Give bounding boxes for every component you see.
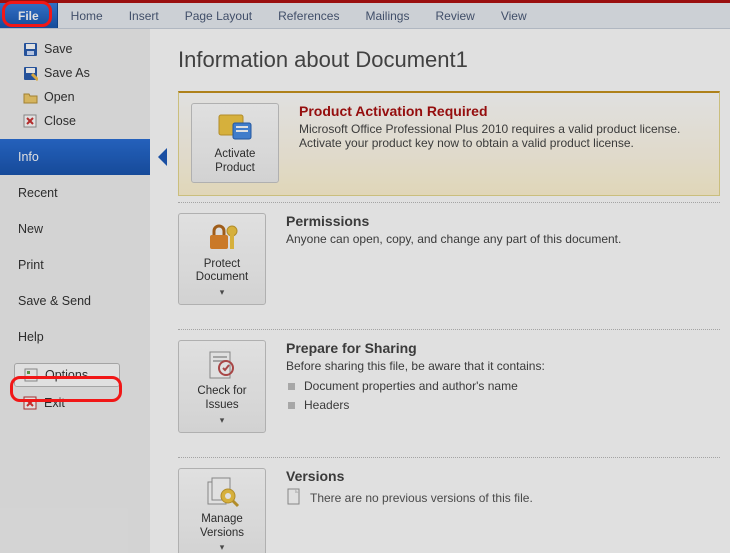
permissions-body: Anyone can open, copy, and change any pa… — [286, 232, 706, 246]
prepare-text: Prepare for Sharing Before sharing this … — [286, 340, 716, 433]
sidebar-item-save[interactable]: Save — [0, 37, 150, 61]
sidebar-item-label: Close — [44, 114, 76, 128]
info-panel: Information about Document1 Activate Pro… — [150, 29, 730, 553]
sidebar-item-options[interactable]: Options — [14, 363, 120, 387]
lock-key-icon — [202, 220, 242, 254]
activate-icon — [215, 110, 255, 144]
divider — [178, 329, 720, 330]
activate-product-button[interactable]: Activate Product — [191, 103, 279, 183]
versions-icon — [202, 475, 242, 509]
permissions-text: Permissions Anyone can open, copy, and c… — [286, 213, 716, 306]
tab-label: Mailings — [365, 9, 409, 23]
list-item: Headers — [286, 396, 706, 415]
check-for-issues-button[interactable]: Check for Issues ▾ — [178, 340, 266, 433]
sidebar-item-help[interactable]: Help — [0, 319, 150, 355]
sidebar-item-exit[interactable]: Exit — [0, 389, 150, 417]
prepare-heading: Prepare for Sharing — [286, 340, 706, 356]
sidebar-item-label: Info — [18, 150, 39, 164]
protect-document-button[interactable]: Protect Document ▾ — [178, 213, 266, 306]
tab-page-layout[interactable]: Page Layout — [172, 3, 265, 28]
close-icon — [22, 113, 38, 129]
chevron-down-icon: ▾ — [220, 415, 225, 426]
options-icon — [23, 367, 39, 383]
active-notch — [150, 146, 161, 168]
ribbon-tabs: File Home Insert Page Layout References … — [0, 3, 730, 29]
versions-body: There are no previous versions of this f… — [310, 491, 533, 505]
sidebar-item-label: Open — [44, 90, 75, 104]
sidebar-item-open[interactable]: Open — [0, 85, 150, 109]
button-label: Check for Issues — [197, 385, 246, 413]
exit-icon — [22, 395, 38, 411]
section-prepare: Check for Issues ▾ Prepare for Sharing B… — [178, 340, 720, 451]
sidebar-item-label: Save As — [44, 66, 90, 80]
section-activation: Activate Product Product Activation Requ… — [178, 91, 720, 196]
prepare-list: Document properties and author's name He… — [286, 377, 706, 415]
sidebar-item-save-as[interactable]: Save As — [0, 61, 150, 85]
tab-view[interactable]: View — [488, 3, 540, 28]
sidebar-item-save-send[interactable]: Save & Send — [0, 283, 150, 319]
tab-label: Insert — [129, 9, 159, 23]
inspect-icon — [202, 347, 242, 381]
backstage-sidebar: Save Save As Open Close Info Recent New — [0, 29, 150, 553]
sidebar-item-label: New — [18, 222, 43, 236]
sidebar-item-label: Save & Send — [18, 294, 91, 308]
sidebar-item-new[interactable]: New — [0, 211, 150, 247]
tab-insert[interactable]: Insert — [116, 3, 172, 28]
save-icon — [22, 41, 38, 57]
sidebar-item-info[interactable]: Info — [0, 139, 150, 175]
chevron-down-icon: ▾ — [220, 287, 225, 298]
button-label: Activate Product — [215, 148, 256, 176]
sidebar-item-label: Save — [44, 42, 73, 56]
tab-file[interactable]: File — [0, 3, 58, 28]
tab-references[interactable]: References — [265, 3, 352, 28]
divider — [178, 202, 720, 203]
tab-mailings[interactable]: Mailings — [352, 3, 422, 28]
sidebar-item-close[interactable]: Close — [0, 109, 150, 133]
sidebar-item-label: Help — [18, 330, 44, 344]
versions-heading: Versions — [286, 468, 706, 484]
prepare-lead: Before sharing this file, be aware that … — [286, 359, 706, 373]
sidebar-item-recent[interactable]: Recent — [0, 175, 150, 211]
permissions-heading: Permissions — [286, 213, 706, 229]
button-label: Manage Versions — [200, 513, 244, 541]
activation-text: Product Activation Required Microsoft Of… — [299, 103, 705, 183]
section-permissions: Protect Document ▾ Permissions Anyone ca… — [178, 213, 720, 324]
tab-label: Page Layout — [185, 9, 252, 23]
tab-label: Home — [71, 9, 103, 23]
tab-label: References — [278, 9, 339, 23]
document-icon — [286, 488, 302, 509]
page-title: Information about Document1 — [178, 47, 720, 73]
section-versions: Manage Versions ▾ Versions There are no … — [178, 468, 720, 553]
list-item: Document properties and author's name — [286, 377, 706, 396]
divider — [178, 457, 720, 458]
sidebar-item-label: Recent — [18, 186, 58, 200]
open-icon — [22, 89, 38, 105]
tab-label: Review — [435, 9, 474, 23]
activation-body: Microsoft Office Professional Plus 2010 … — [299, 122, 695, 150]
chevron-down-icon: ▾ — [220, 542, 225, 553]
activation-heading: Product Activation Required — [299, 103, 695, 119]
tab-review[interactable]: Review — [422, 3, 487, 28]
tab-home[interactable]: Home — [58, 3, 116, 28]
manage-versions-button[interactable]: Manage Versions ▾ — [178, 468, 266, 553]
sidebar-item-print[interactable]: Print — [0, 247, 150, 283]
tab-label: View — [501, 9, 527, 23]
sidebar-item-label: Print — [18, 258, 44, 272]
sidebar-item-label: Exit — [44, 396, 65, 410]
save-as-icon — [22, 65, 38, 81]
tab-file-label: File — [18, 9, 39, 23]
sidebar-item-label: Options — [45, 368, 88, 382]
button-label: Protect Document — [196, 258, 248, 286]
versions-text: Versions There are no previous versions … — [286, 468, 716, 553]
